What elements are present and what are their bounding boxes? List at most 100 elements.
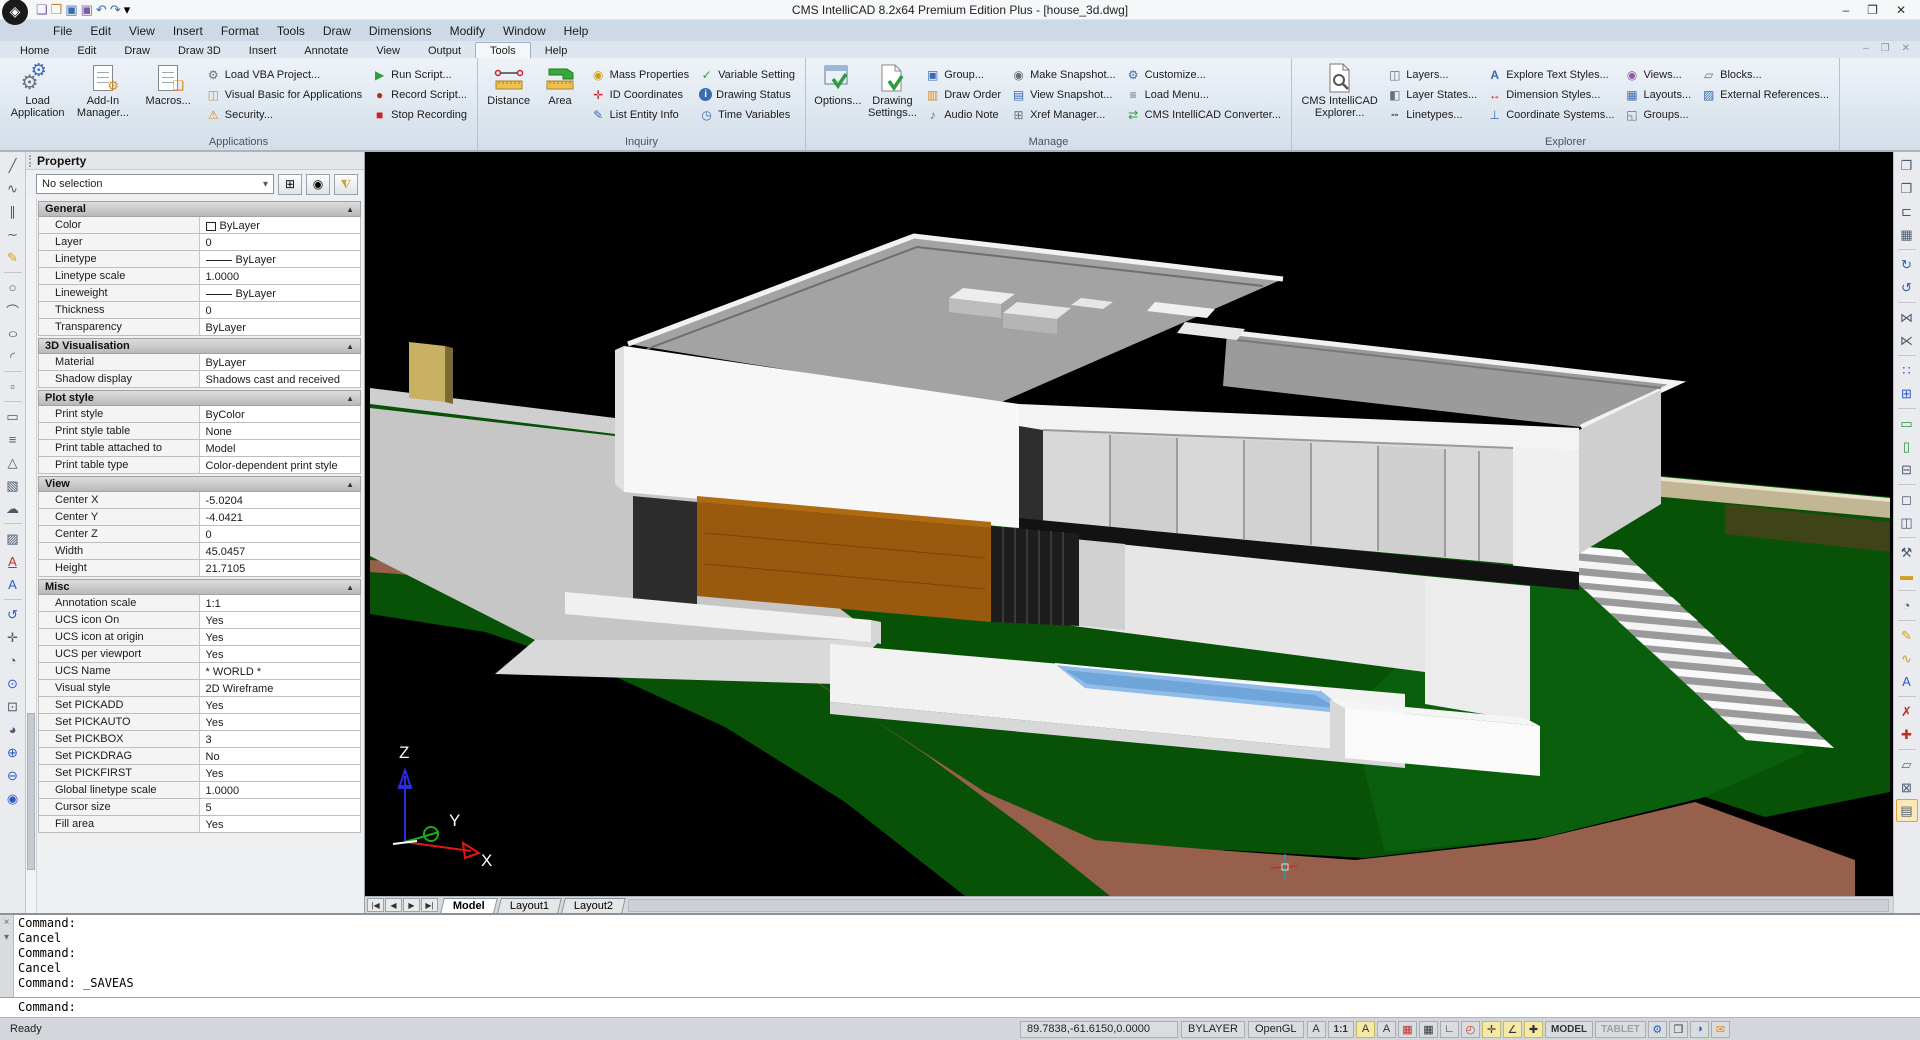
lwt-toggle[interactable]: ✚ [1524,1021,1543,1038]
overlap-button[interactable]: ▱ [1896,753,1918,776]
last-tab-button[interactable]: ▶| [421,898,438,912]
layouts-button[interactable]: ▦Layouts... [1624,86,1691,103]
array-button[interactable]: ▦ [1896,223,1918,246]
tab-draw[interactable]: Draw [110,43,164,58]
time-variables-button[interactable]: ◷Time Variables [699,106,795,123]
load-menu-button[interactable]: ≡Load Menu... [1126,86,1281,103]
pan-button[interactable]: ✛ [2,626,24,649]
mail-icon[interactable]: ✉ [1711,1021,1730,1038]
zoom-out-button[interactable]: ⊖ [2,764,24,787]
groups-button[interactable]: ◱Groups... [1624,106,1691,123]
mdi-close-button[interactable]: ✕ [1902,43,1910,54]
restore-button[interactable]: ❐ [1867,3,1878,17]
distance-button[interactable]: Distance [484,65,533,127]
edit-text-button[interactable]: A [1896,670,1918,693]
drawing-settings-button[interactable]: DrawingSettings... [866,61,920,135]
text-multiline-button[interactable]: A [2,573,24,596]
options-button[interactable]: Options... [812,61,864,135]
tab-edit[interactable]: Edit [63,43,110,58]
model-tab[interactable]: Model [440,898,498,913]
model-space-toggle[interactable]: MODEL [1545,1021,1593,1038]
layout1-tab[interactable]: Layout1 [497,898,562,913]
polar-toggle[interactable]: ◴ [1461,1021,1480,1038]
copy-button[interactable]: ❐ [1896,154,1918,177]
explore-text-styles-button[interactable]: AExplore Text Styles... [1487,66,1614,83]
rotate-button[interactable]: ↻ [1896,253,1918,276]
esnap-toggle[interactable]: ✛ [1482,1021,1501,1038]
next-tab-button[interactable]: ▶ [403,898,420,912]
record-script-button[interactable]: ●Record Script... [372,86,467,103]
group-button[interactable]: ▣Group... [925,66,1001,83]
list-entity-info-button[interactable]: ✎List Entity Info [591,106,689,123]
quick-select-button[interactable]: ⊞ [278,174,302,195]
menu-file[interactable]: File [44,22,81,40]
section-general[interactable]: General▲ [38,201,361,217]
extend-button[interactable]: ▯ [1896,435,1918,458]
draw-ellipse-arc-button[interactable]: ◜ [2,345,24,368]
make-snapshot-button[interactable]: ◉Make Snapshot... [1011,66,1116,83]
section-button[interactable]: ◫ [1896,511,1918,534]
status-coordinates[interactable]: 89.7838,-61.6150,0.0000 [1020,1021,1178,1038]
linetypes-button[interactable]: ╍Linetypes... [1387,106,1477,123]
section-3d-visualisation[interactable]: 3D Visualisation▲ [38,338,361,354]
edit-polyline-button[interactable]: ✎ [1896,624,1918,647]
app-logo-icon[interactable]: ◈ [2,0,28,25]
menu-modify[interactable]: Modify [441,22,494,40]
run-script-button[interactable]: ▶Run Script... [372,66,467,83]
external-references-button[interactable]: ▨External References... [1701,86,1829,103]
display-toggle-icon[interactable]: ◑ [1690,1021,1709,1038]
grid-toggle[interactable]: ▦ [1419,1021,1438,1038]
annotation-person-icon[interactable]: A [1307,1021,1326,1038]
menu-window[interactable]: Window [494,22,555,40]
trim-button[interactable]: ▭ [1896,412,1918,435]
tab-home[interactable]: Home [6,43,63,58]
command-history-text[interactable]: Command: Cancel Command: Cancel Command:… [14,915,1920,997]
prev-tab-button[interactable]: ◀ [385,898,402,912]
draw-sketch-button[interactable]: ✎ [2,246,24,269]
tab-insert[interactable]: Insert [235,43,291,58]
menu-insert[interactable]: Insert [164,22,212,40]
regen-button[interactable]: ↺ [2,603,24,626]
annotation-auto-toggle[interactable]: A [1377,1021,1396,1038]
area-button[interactable]: Area [535,65,584,127]
tab-draw3d[interactable]: Draw 3D [164,43,235,58]
stop-recording-button[interactable]: ■Stop Recording [372,106,467,123]
command-scroll-icon[interactable]: ▾ [4,932,9,943]
property-scrollbar[interactable] [26,198,37,913]
mirror-button[interactable]: ⋈ [1896,306,1918,329]
draw-point-button[interactable]: ▫ [2,375,24,398]
coordinate-systems-button[interactable]: ⊥Coordinate Systems... [1487,106,1614,123]
view-snapshot-button[interactable]: ▤View Snapshot... [1011,86,1116,103]
break-button[interactable]: ⊟ [1896,458,1918,481]
first-tab-button[interactable]: |◀ [367,898,384,912]
add-in-manager-button[interactable]: ⚙ Add-InManager... [71,61,134,135]
minimize-button[interactable]: – [1842,3,1849,17]
properties-panel-button[interactable]: ▤ [1896,799,1918,822]
annotation-scale-toggle[interactable]: 1:1 [1328,1021,1354,1038]
status-opengl[interactable]: OpenGL [1248,1021,1304,1038]
id-coordinates-button[interactable]: ✛ID Coordinates [591,86,689,103]
draw-order-button[interactable]: ▥Draw Order [925,86,1001,103]
menu-help[interactable]: Help [555,22,598,40]
window-cascade-icon[interactable]: ❐ [1669,1021,1688,1038]
menu-dimensions[interactable]: Dimensions [360,22,441,40]
collapse-icon[interactable]: ▲ [346,342,354,351]
draw-hatch-button[interactable]: ▨ [2,527,24,550]
filter-button[interactable]: ⧨ [334,174,358,195]
layer-states-button[interactable]: ◧Layer States... [1387,86,1477,103]
draw-line-button[interactable]: ╱ [2,154,24,177]
fillet-button[interactable]: ◔ [1896,594,1918,617]
rotate-3d-button[interactable]: ↺ [1896,276,1918,299]
zoom-in-button[interactable]: ⊕ [2,741,24,764]
menu-format[interactable]: Format [212,22,268,40]
draw-arc-button[interactable]: ⌒ [2,299,24,322]
property-panel-header[interactable]: Property [26,152,364,170]
macros-button[interactable]: ❏ Macros... [137,61,200,135]
collapse-icon[interactable]: ▲ [346,480,354,489]
tab-output[interactable]: Output [414,43,475,58]
zoom-window-button[interactable]: ⊡ [2,695,24,718]
menu-draw[interactable]: Draw [314,22,360,40]
copy-multiple-button[interactable]: ❒ [1896,177,1918,200]
zoom-dynamic-button[interactable]: ◕ [2,718,24,741]
layout2-tab[interactable]: Layout2 [561,898,626,913]
